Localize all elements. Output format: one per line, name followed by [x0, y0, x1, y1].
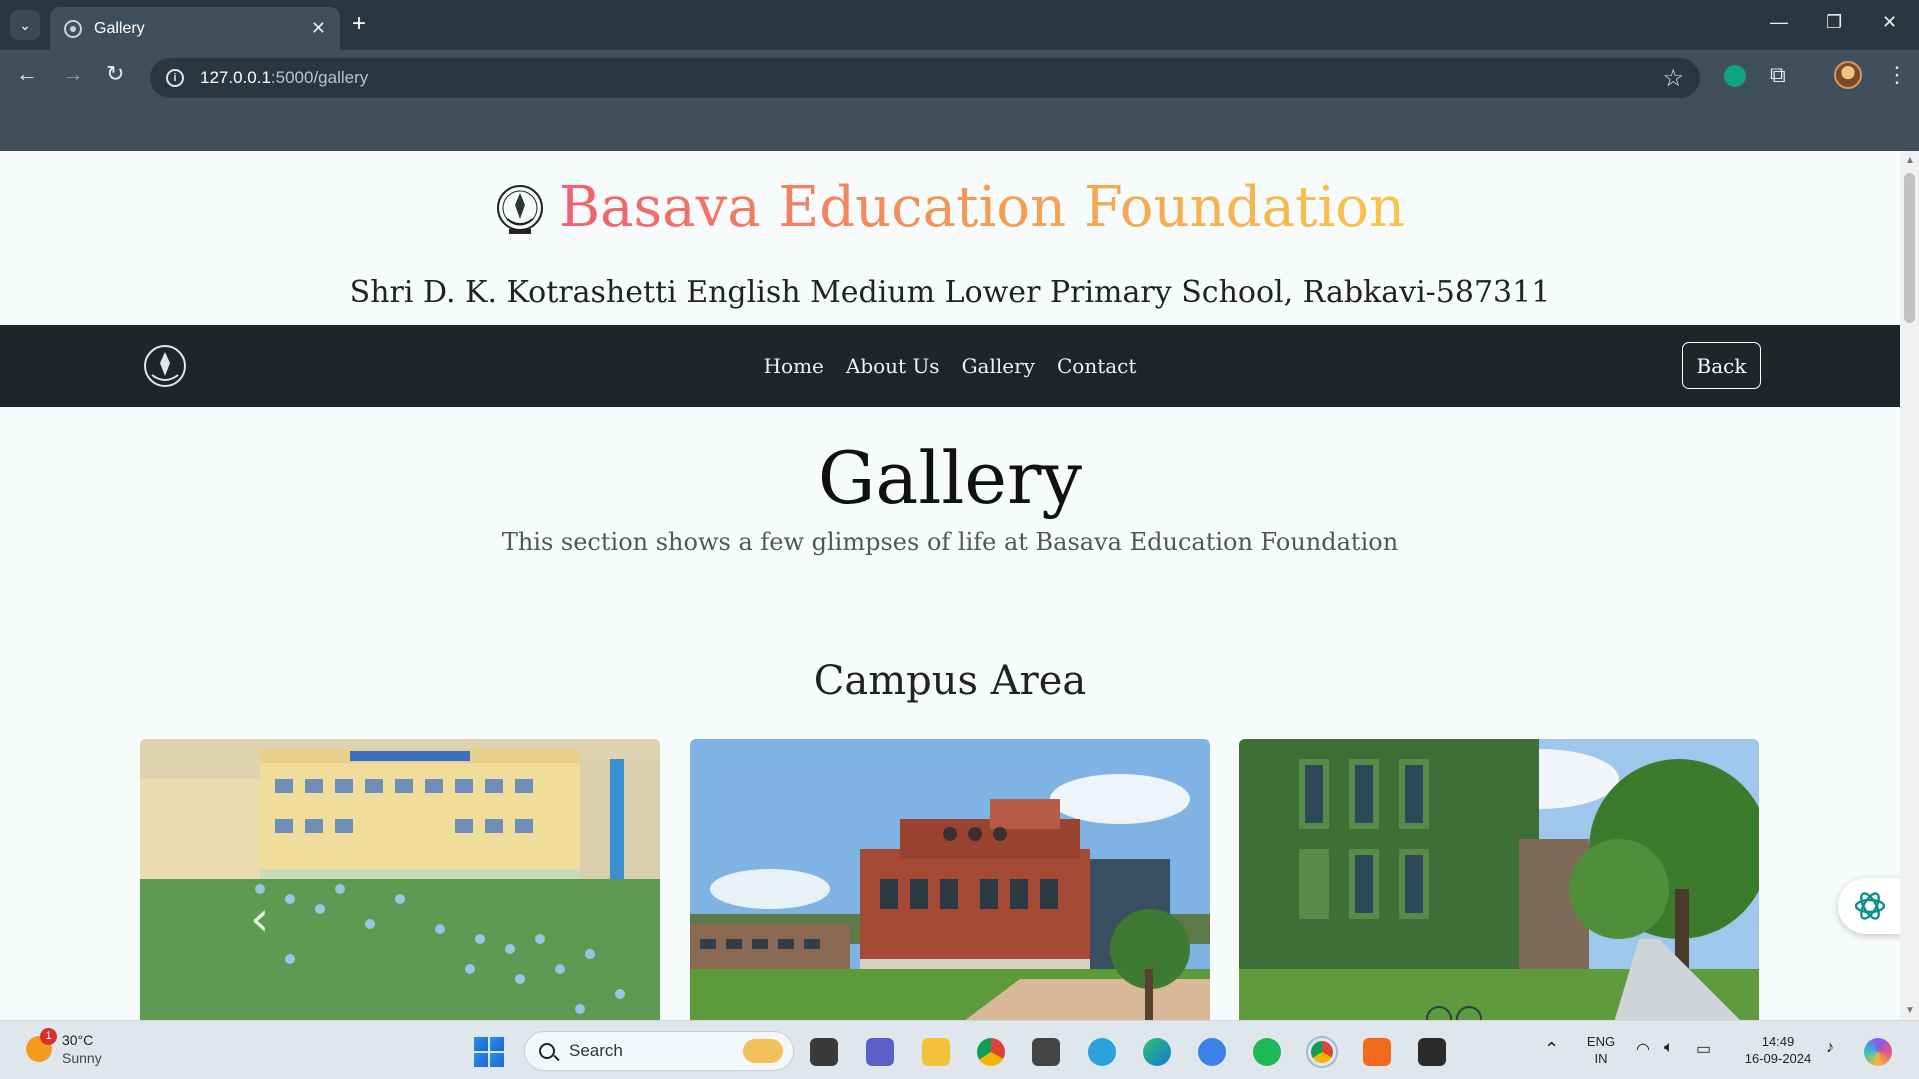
weather-condition: Sunny	[62, 1050, 102, 1066]
campus-photo-brick-building[interactable]	[690, 739, 1210, 1020]
file-explorer-icon[interactable]	[922, 1038, 950, 1066]
clock[interactable]: 14:49 16-09-2024	[1738, 1033, 1818, 1067]
nav-links: Home About Us Gallery Contact	[0, 325, 1900, 407]
scroll-thumb[interactable]	[1904, 173, 1915, 323]
browser-tab[interactable]: Gallery ✕	[50, 7, 340, 50]
weather-widget[interactable]: 1 30°C Sunny	[26, 1028, 102, 1067]
copilot-icon[interactable]	[1864, 1038, 1892, 1066]
back-button[interactable]: Back	[1682, 342, 1761, 389]
battery-icon[interactable]: ▭	[1696, 1039, 1711, 1059]
nav-home[interactable]: Home	[764, 354, 824, 378]
browser-toolbar: ← → ↻ i 127.0.0.1 :5000/gallery ☆ ⧉ ⋮	[0, 50, 1919, 100]
spotify-icon[interactable]	[1253, 1038, 1281, 1066]
foundation-emblem-icon	[496, 184, 543, 234]
sync-app-icon[interactable]	[1198, 1038, 1226, 1066]
windows-taskbar: 1 30°C Sunny Search ⌃ ENG IN ◠ 🔈︎ ▭ 14:4…	[0, 1020, 1919, 1079]
restore-icon[interactable]: ❐	[1826, 12, 1842, 33]
notification-bell-icon[interactable]: ♪	[1826, 1039, 1834, 1057]
windows-start-icon[interactable]	[474, 1037, 504, 1067]
wifi-icon[interactable]: ◠	[1636, 1039, 1650, 1059]
language-indicator[interactable]: ENG IN	[1584, 1033, 1618, 1067]
chrome-active-icon[interactable]	[1308, 1038, 1336, 1066]
openai-knot-icon	[1854, 892, 1886, 920]
extensions-puzzle-icon[interactable]: ⧉	[1770, 62, 1786, 88]
page-scrollbar[interactable]: ▲ ▼	[1900, 151, 1919, 1020]
language-line-1: ENG	[1586, 1034, 1616, 1049]
chevron-down-icon: ⌄	[19, 16, 31, 33]
web-page: Basava Education Foundation Shri D. K. K…	[0, 151, 1900, 1020]
scroll-up-icon[interactable]: ▲	[1905, 155, 1915, 166]
tab-favicon-icon	[64, 19, 82, 38]
chatgpt-extension-icon[interactable]	[1724, 65, 1746, 87]
taskbar-search-label: Search	[569, 1041, 623, 1060]
nav-gallery[interactable]: Gallery	[962, 354, 1035, 378]
gallery-subtitle: This section shows a few glimpses of lif…	[501, 528, 1399, 556]
volume-icon[interactable]: 🔈︎	[1664, 1039, 1674, 1057]
chrome-icon[interactable]	[977, 1038, 1005, 1066]
main-navbar: Home About Us Gallery Contact Back	[0, 325, 1900, 407]
task-view-icon[interactable]	[810, 1038, 838, 1066]
back-arrow-icon[interactable]: ←	[16, 62, 38, 86]
clock-time: 14:49	[1761, 1034, 1795, 1049]
nav-contact[interactable]: Contact	[1057, 354, 1136, 378]
terminal-icon[interactable]	[1418, 1038, 1446, 1066]
telegram-icon[interactable]	[1088, 1038, 1116, 1066]
ai-assistant-floating-button[interactable]	[1838, 878, 1900, 934]
clock-date: 16-09-2024	[1744, 1051, 1812, 1066]
taskbar-search[interactable]: Search	[524, 1031, 794, 1071]
sun-icon: 1	[26, 1028, 57, 1062]
close-window-icon[interactable]: ✕	[1882, 12, 1897, 33]
bookmark-star-icon[interactable]: ☆	[1662, 64, 1684, 93]
campus-photo-school-courtyard[interactable]	[140, 739, 660, 1020]
media-app-icon[interactable]	[1032, 1038, 1060, 1066]
more-menu-icon[interactable]: ⋮	[1886, 62, 1908, 88]
new-tab-icon[interactable]: +	[352, 12, 366, 36]
toolbar-extension-area	[0, 100, 1919, 151]
scroll-down-icon[interactable]: ▼	[1905, 1005, 1915, 1016]
url-host: 127.0.0.1	[200, 68, 271, 87]
url-path: :5000/gallery	[270, 68, 369, 87]
weather-badge: 1	[40, 1028, 57, 1045]
carousel-prev-icon[interactable]: ‹	[250, 891, 269, 947]
weather-temperature: 30°C	[62, 1032, 94, 1048]
tab-title: Gallery	[94, 19, 145, 37]
forward-arrow-icon[interactable]: →	[62, 62, 84, 86]
section-title-campus-area: Campus Area	[813, 658, 1087, 704]
campus-photo-ivy-building[interactable]	[1239, 739, 1759, 1020]
search-icon	[539, 1043, 555, 1059]
xampp-icon[interactable]	[1363, 1038, 1391, 1066]
brand-title: Basava Education Foundation	[558, 175, 1406, 240]
close-tab-icon[interactable]: ✕	[311, 18, 326, 39]
nav-about-us[interactable]: About Us	[846, 354, 940, 378]
minimize-icon[interactable]: —	[1770, 12, 1788, 33]
brand-row: Basava Education Foundation	[0, 175, 1900, 240]
reload-icon[interactable]: ↻	[106, 62, 124, 86]
site-header: Basava Education Foundation Shri D. K. K…	[0, 151, 1900, 325]
profile-avatar[interactable]	[1834, 61, 1862, 89]
edge-icon[interactable]	[1143, 1038, 1171, 1066]
school-name: Shri D. K. Kotrashetti English Medium Lo…	[349, 275, 1551, 310]
browser-tab-strip: ⌄ Gallery ✕ + — ❐ ✕	[0, 0, 1919, 50]
tray-overflow-icon[interactable]: ⌃	[1544, 1039, 1559, 1060]
teams-icon[interactable]	[866, 1038, 894, 1066]
search-highlight-icon	[743, 1039, 783, 1063]
gallery-heading: Gallery	[817, 436, 1083, 520]
language-line-2: IN	[1594, 1051, 1608, 1066]
site-info-icon[interactable]: i	[166, 69, 184, 87]
tab-search-button[interactable]: ⌄	[10, 10, 40, 40]
address-bar[interactable]: i 127.0.0.1 :5000/gallery ☆	[150, 58, 1700, 98]
